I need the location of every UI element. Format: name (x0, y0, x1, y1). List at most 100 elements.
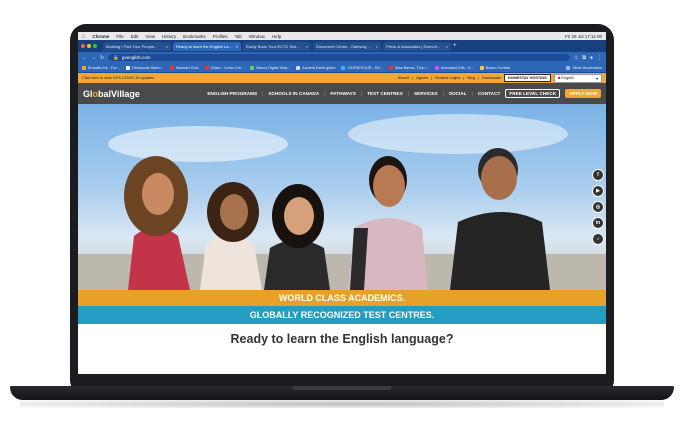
free-level-check-button[interactable]: FREE LEVEL CHECK (505, 89, 561, 98)
nav-schools-in-canada[interactable]: SCHOOLS IN CANADA (268, 91, 319, 96)
globalvillage-logo[interactable]: GlobalVillage (83, 89, 140, 99)
lock-icon: 🔒 (113, 54, 119, 60)
menu-help[interactable]: Help (272, 34, 281, 39)
linkedin-icon[interactable]: in (592, 217, 604, 229)
link-blog[interactable]: Blog (467, 76, 475, 80)
link-agents[interactable]: Agents (416, 76, 428, 80)
bookmark-item[interactable]: Banco Central (479, 65, 510, 70)
menu-file[interactable]: File (116, 34, 123, 39)
laptop-shadow (20, 400, 664, 408)
homestay-hosting-button[interactable]: HOMESTAY HOSTING (503, 74, 551, 82)
bookmark-item[interactable]: Waa Banca, This I... (388, 65, 429, 70)
bookmark-item[interactable]: Walmart Club (169, 65, 199, 70)
menu-view[interactable]: View (145, 34, 155, 39)
close-tab-icon[interactable]: × (164, 44, 168, 49)
other-bookmarks[interactable]: Other Bookmarks (566, 65, 602, 70)
browser-tabbar: Building I Find Your People... × Ready to… (78, 40, 606, 52)
url-input[interactable]: 🔒 gvenglish.com (108, 54, 570, 61)
nav-services[interactable]: SERVICES (414, 91, 438, 96)
clock[interactable]: Fri 29 Jul 17:11:00 (565, 34, 602, 39)
more-menu-icon[interactable]: ⋮ (597, 55, 602, 61)
menu-history[interactable]: History (162, 34, 176, 39)
tiktok-icon[interactable]: ♪ (592, 233, 604, 245)
link-student-logins[interactable]: Student Logins (435, 76, 460, 80)
close-tab-icon[interactable]: × (374, 44, 378, 49)
nav-menu: ENGLISH PROGRAMS | SCHOOLS IN CANADA | PAT… (207, 89, 601, 98)
bookmark-item[interactable]: Emkalle Ink - For... (82, 65, 120, 70)
bookmark-item[interactable]: Ancient Earth globe (296, 65, 335, 70)
youtube-icon[interactable]: ▶ (592, 185, 604, 197)
menu-profiles[interactable]: Profiles (213, 34, 228, 39)
bookmark-item[interactable]: Animated Gifs - K... (434, 65, 474, 70)
students-photo (78, 114, 606, 290)
os-menubar:  Chrome File Edit View History Bookmark… (78, 32, 606, 40)
close-tab-icon[interactable]: × (444, 44, 448, 49)
divider: | (471, 91, 473, 96)
bookmark-icon (169, 65, 174, 70)
apple-icon[interactable]:  (82, 34, 85, 39)
apply-now-button[interactable]: APPLY NOW (565, 89, 601, 98)
other-bookmarks-label: Other Bookmarks (572, 65, 602, 70)
menu-chrome[interactable]: Chrome (92, 34, 109, 39)
bookmark-label: Obiolocola Santo... (131, 65, 164, 70)
menu-edit[interactable]: Edit (131, 34, 139, 39)
tab-label: Press & Associates | Executi... (386, 43, 440, 49)
language-select[interactable]: ■ English ▾ (554, 73, 602, 83)
menu-window[interactable]: Window (249, 34, 265, 39)
reload-icon[interactable]: ↻ (100, 55, 104, 61)
bookmark-label: Walmart Club (175, 65, 199, 70)
nav-test-centres[interactable]: TEST CENTRES (367, 91, 403, 96)
bookmark-item[interactable]: Banco Digital Visa... (250, 65, 291, 70)
browser-tab[interactable]: Document Centre - Gateway ... × (313, 41, 381, 51)
forward-icon[interactable]: → (91, 55, 96, 61)
new-tab-button[interactable]: + (453, 43, 457, 49)
bookmark-label: Banco Digital Visa... (256, 65, 291, 70)
bookmark-item[interactable]: CARREFOUR - Re... (341, 65, 383, 70)
bookmark-item[interactable]: iClaro - Como Cre... (204, 65, 244, 70)
maximize-window-button[interactable] (93, 44, 97, 48)
logo-text: balVillage (98, 88, 140, 99)
close-tab-icon[interactable]: × (234, 44, 238, 49)
back-icon[interactable]: ← (82, 55, 87, 61)
banner-world-class: WORLD CLASS ACADEMICS. (78, 290, 606, 306)
close-window-button[interactable] (81, 44, 85, 48)
browser-tab[interactable]: Building I Find Your People... × (103, 41, 171, 51)
nav-social[interactable]: SOCIAL (449, 91, 467, 96)
logo-text: Gl (83, 88, 93, 99)
bookmark-label: CARREFOUR - Re... (347, 65, 383, 70)
bookmark-item[interactable]: Obiolocola Santo... (125, 65, 164, 70)
bookmark-icon (388, 65, 393, 70)
divider: | (407, 91, 409, 96)
close-tab-icon[interactable]: × (304, 44, 308, 49)
extensions-icon[interactable]: ⧉ (582, 55, 586, 61)
bookmark-icon (204, 65, 209, 70)
flag-icon: ■ (558, 75, 561, 80)
instagram-icon[interactable]: ◎ (592, 201, 604, 213)
nav-contact[interactable]: CONTACT (478, 91, 501, 96)
link-downloads[interactable]: Downloads (482, 76, 501, 80)
link-alumni[interactable]: Alumni (398, 76, 410, 80)
bookmark-icon (434, 65, 439, 70)
menu-tab[interactable]: Tab (235, 34, 242, 39)
url-text: gvenglish.com (121, 55, 151, 60)
star-icon[interactable]: ☆ (574, 55, 578, 61)
chevron-down-icon: ▾ (596, 76, 598, 81)
page-headline: Ready to learn the English language? (230, 332, 454, 346)
browser-tab[interactable]: Press & Associates | Executi... × (383, 41, 451, 51)
covid-notice-link[interactable]: Click here to view GV's COVID-19 updates (82, 76, 154, 80)
laptop-screen:  Chrome File Edit View History Bookmark… (78, 32, 606, 374)
minimize-window-button[interactable] (87, 44, 91, 48)
main-nav: GlobalVillage ENGLISH PROGRAMS | SCHOOLS … (78, 83, 606, 104)
browser-tab-active[interactable]: Ready to learn the English La... × (173, 41, 241, 51)
tab-label: Building I Find Your People... (106, 43, 158, 49)
profile-icon[interactable]: ● (590, 55, 593, 61)
nav-pathways[interactable]: PATHWAYS (330, 91, 355, 96)
bookmark-icon (479, 65, 484, 70)
nav-english-programs[interactable]: ENGLISH PROGRAMS (207, 91, 257, 96)
tab-label: Easily Book Your IELTS Test ... (246, 43, 301, 49)
menu-bookmarks[interactable]: Bookmarks (183, 34, 206, 39)
facebook-icon[interactable]: f (592, 169, 604, 181)
bookmark-icon (341, 65, 346, 70)
browser-tab[interactable]: Easily Book Your IELTS Test ... × (243, 41, 311, 51)
site-utility-bar: Click here to view GV's COVID-19 updates… (78, 73, 606, 83)
